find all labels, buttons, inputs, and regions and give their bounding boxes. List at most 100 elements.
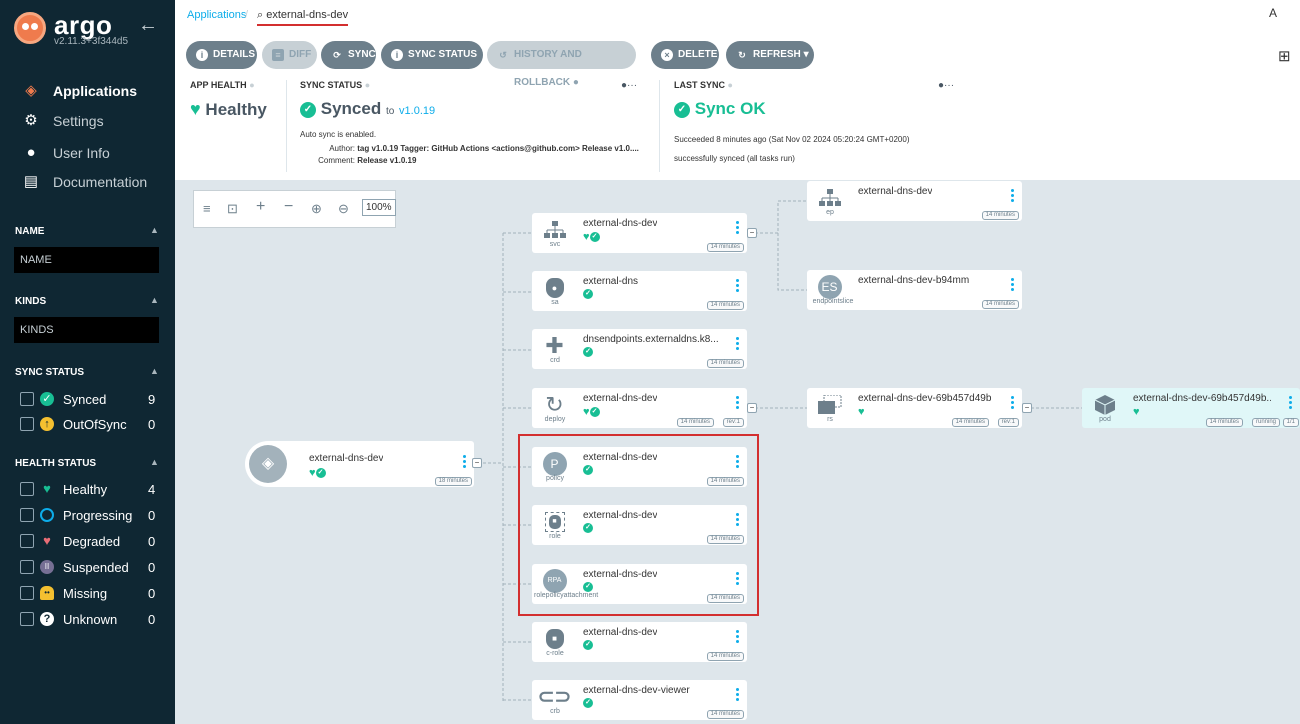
refresh-button[interactable]: ↻ REFRESH ▾	[726, 41, 814, 69]
more-menu-icon[interactable]	[736, 337, 740, 351]
node-ep[interactable]: ep external-dns-dev 14 minutes	[807, 181, 1022, 221]
filter-outofsync[interactable]: ↑ OutOfSync 0	[20, 414, 160, 434]
more-info-icon[interactable]: ●···	[938, 80, 954, 91]
resource-tree: ≡ ⊡ + − ⊕ ⊖ 100% ◈ external-dns-dev ♥ ✓ 1…	[175, 180, 1300, 724]
filter-missing[interactable]: •• Missing 0	[20, 583, 160, 603]
node-pod[interactable]: pod external-dns-dev-69b457d49b... ♥ 14 …	[1082, 388, 1300, 428]
caret-up-icon[interactable]: ▲	[150, 457, 159, 467]
minus-icon[interactable]: −	[284, 198, 293, 216]
checkbox[interactable]	[20, 417, 34, 431]
filter-label: Unknown	[63, 612, 118, 627]
node-sa[interactable]: ● sa external-dns ✓ 14 minutes	[532, 271, 747, 311]
filter-degraded[interactable]: ♥ Degraded 0	[20, 531, 160, 551]
sitemap-icon[interactable]: ⊞	[1278, 47, 1291, 65]
auto-sync-text: Auto sync is enabled.	[300, 130, 377, 139]
checkbox[interactable]	[20, 508, 34, 522]
check-circle-icon: ✓	[674, 101, 690, 118]
more-menu-icon[interactable]	[1289, 396, 1293, 410]
more-menu-icon[interactable]	[463, 455, 467, 469]
node-c-role[interactable]: ■ c-role external-dns-dev ✓ 14 minutes	[532, 622, 747, 662]
zoom-level[interactable]: 100%	[362, 199, 396, 216]
more-menu-icon[interactable]	[736, 688, 740, 702]
filter-name-title[interactable]: NAME ▲	[15, 225, 159, 237]
brand-name: argo	[54, 10, 113, 40]
zoom-out-icon[interactable]: ⊖	[338, 201, 349, 217]
more-menu-icon[interactable]	[736, 221, 740, 235]
filter-count: 9	[148, 392, 156, 407]
user-icon[interactable]: A	[1269, 6, 1289, 24]
caret-up-icon[interactable]: ▲	[150, 295, 159, 305]
node-status: ♥ ✓	[583, 231, 600, 243]
node-rs[interactable]: rs external-dns-dev-69b457d49b ♥ 14 minu…	[807, 388, 1022, 428]
breadcrumb-applications[interactable]: Applications	[187, 9, 246, 21]
app-health-title: APP HEALTH ●	[190, 80, 255, 90]
age-badge: 14 minutes	[981, 211, 1019, 220]
node-svc[interactable]: svc external-dns-dev ♥ ✓ 14 minutes	[532, 213, 747, 253]
plus-icon[interactable]: +	[256, 198, 265, 216]
zoom-in-icon[interactable]: ⊕	[311, 201, 322, 217]
checkbox[interactable]	[20, 586, 34, 600]
node-name: external-dns-dev-b94mm	[858, 275, 970, 286]
heart-icon: ♥	[583, 231, 590, 243]
more-menu-icon[interactable]	[736, 630, 740, 644]
fit-screen-icon[interactable]: ⊡	[227, 201, 238, 217]
collapse-toggle[interactable]: −	[747, 228, 757, 238]
more-info-icon[interactable]: ●···	[621, 80, 637, 91]
checkbox[interactable]	[20, 534, 34, 548]
last-sync-panel: LAST SYNC ●	[674, 80, 733, 90]
collapse-toggle[interactable]: −	[472, 458, 482, 468]
nav-applications[interactable]: ◈ Applications	[0, 77, 175, 105]
node-endpointslice[interactable]: ES endpointslice external-dns-dev-b94mm …	[807, 270, 1022, 310]
node-deploy[interactable]: ↻ deploy external-dns-dev ♥ ✓ 14 minutes …	[532, 388, 747, 428]
nav-settings[interactable]: ⚙ Settings	[0, 107, 175, 135]
sync-button[interactable]: ⟳ SYNC	[321, 41, 376, 69]
filter-healthy[interactable]: ♥ Healthy 4	[20, 479, 160, 499]
breadcrumb-current[interactable]: ⌕ external-dns-dev	[257, 9, 349, 26]
kinds-filter-input[interactable]	[14, 317, 159, 343]
info-icon: ●	[572, 77, 579, 88]
more-menu-icon[interactable]	[736, 396, 740, 410]
more-menu-icon[interactable]	[1011, 189, 1015, 203]
history-rollback-button[interactable]: ↺ HISTORY AND ROLLBACK ●	[487, 41, 636, 88]
argo-logo-icon[interactable]	[14, 12, 46, 44]
node-crd[interactable]: ✚ crd dnsendpoints.externaldns.k8... ✓ 1…	[532, 329, 747, 369]
filter-kinds-title[interactable]: KINDS ▲	[15, 295, 159, 307]
filter-unknown[interactable]: ? Unknown 0	[20, 609, 160, 629]
collapse-sidebar-icon[interactable]: ←	[138, 14, 158, 37]
filter-progressing[interactable]: Progressing 0	[20, 505, 160, 525]
collapse-toggle[interactable]: −	[1022, 403, 1032, 413]
details-button[interactable]: i DETAILS	[186, 41, 257, 69]
filter-synced[interactable]: ✓ Synced 9	[20, 389, 160, 409]
file-icon: ≡	[272, 49, 284, 61]
filter-health-title[interactable]: HEALTH STATUS ▲	[15, 457, 159, 469]
more-menu-icon[interactable]	[1011, 396, 1015, 410]
nav-label: Applications	[53, 83, 138, 99]
nav-user-info[interactable]: ● User Info	[0, 139, 175, 167]
checkbox[interactable]	[20, 482, 34, 496]
age-badge: 14 minutes	[706, 243, 744, 252]
highlight-box	[518, 434, 759, 616]
node-crb[interactable]: ⊂⊃ crb external-dns-dev-viewer ✓ 14 minu…	[532, 680, 747, 720]
book-icon: ▤	[23, 173, 39, 190]
diff-button[interactable]: ≡ DIFF	[262, 41, 317, 69]
filter-sync-title[interactable]: SYNC STATUS ▲	[15, 366, 159, 378]
more-menu-icon[interactable]	[1011, 278, 1015, 292]
checkbox[interactable]	[20, 612, 34, 626]
caret-up-icon[interactable]: ▲	[150, 225, 159, 235]
checkbox[interactable]	[20, 560, 34, 574]
nav-documentation[interactable]: ▤ Documentation	[0, 168, 175, 196]
sync-revision-link[interactable]: v1.0.19	[399, 105, 435, 117]
app-node[interactable]: ◈ external-dns-dev ♥ ✓ 18 minutes	[245, 441, 474, 487]
checkbox[interactable]	[20, 392, 34, 406]
align-left-icon[interactable]: ≡	[203, 201, 211, 216]
name-filter-input[interactable]	[14, 247, 159, 273]
delete-button[interactable]: × DELETE	[651, 41, 719, 69]
sync-status-button[interactable]: i SYNC STATUS	[381, 41, 483, 69]
check-circle-icon: ✓	[583, 289, 593, 300]
filter-suspended[interactable]: II Suspended 0	[20, 557, 160, 577]
collapse-toggle[interactable]: −	[747, 403, 757, 413]
caret-up-icon[interactable]: ▲	[150, 366, 159, 376]
more-menu-icon[interactable]	[736, 279, 740, 293]
check-circle-icon: ✓	[589, 407, 600, 418]
clone-icon	[817, 392, 842, 417]
